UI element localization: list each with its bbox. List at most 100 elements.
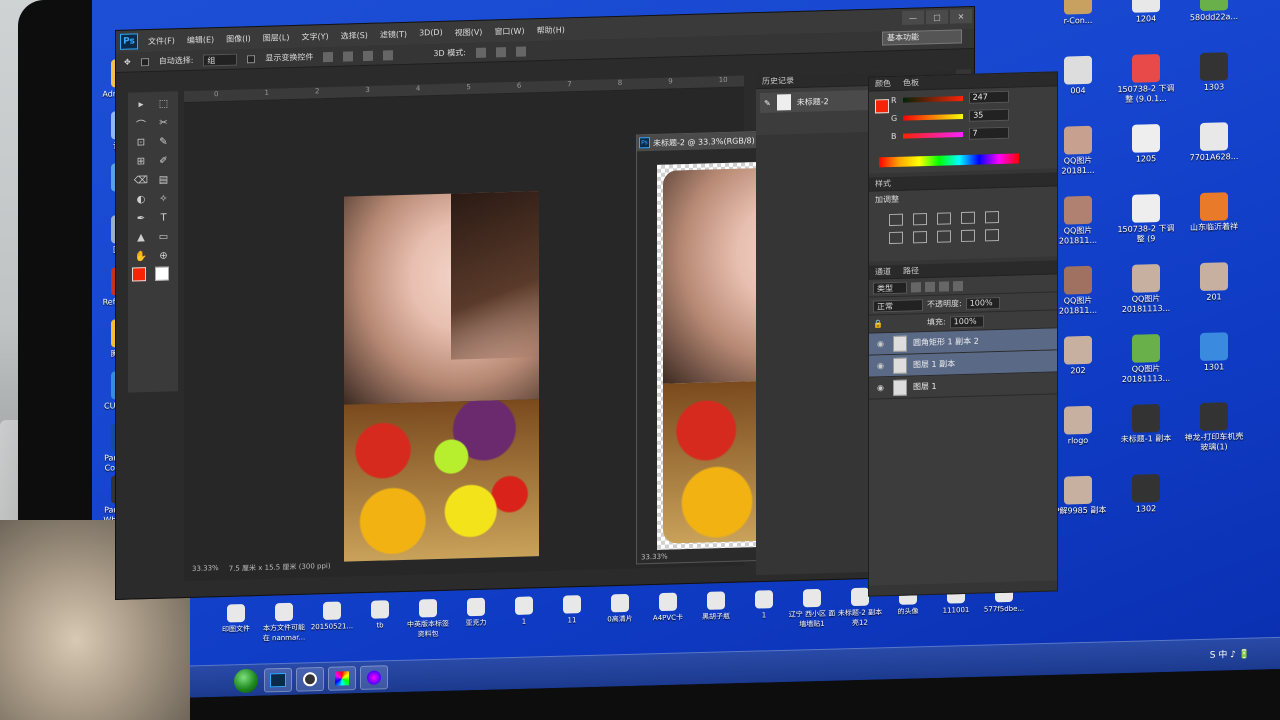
foreground-color-chip[interactable] bbox=[875, 99, 889, 114]
taskbar-rip-button[interactable] bbox=[296, 666, 324, 692]
visibility-eye-icon[interactable]: ◉ bbox=[877, 383, 887, 392]
tool-icon[interactable]: ⬚ bbox=[155, 95, 173, 112]
desktop-icon[interactable]: 1 bbox=[500, 596, 548, 627]
desktop-icon[interactable]: r-Con... bbox=[1047, 0, 1109, 27]
vibrance-icon[interactable] bbox=[985, 210, 999, 224]
color-spectrum[interactable] bbox=[879, 153, 1019, 168]
desktop-icon[interactable]: QQ图片 20181113... bbox=[1115, 334, 1177, 386]
channel-mixer-icon[interactable] bbox=[985, 228, 999, 242]
exposure-icon[interactable] bbox=[961, 211, 975, 225]
layer-row[interactable]: ◉ 图层 1 bbox=[869, 372, 1057, 400]
taskbar-photoshop-button[interactable] bbox=[264, 667, 292, 693]
tool-icon[interactable]: ✒ bbox=[132, 210, 150, 227]
tool-icon[interactable]: ✎ bbox=[155, 133, 173, 150]
menu-item[interactable]: 文件(F) bbox=[148, 35, 175, 47]
desktop-icon[interactable]: 201 bbox=[1183, 262, 1245, 304]
desktop-icon[interactable]: 11 bbox=[548, 595, 596, 626]
tool-icon[interactable]: ⊕ bbox=[155, 247, 173, 264]
menu-item[interactable]: 滤镜(T) bbox=[380, 28, 407, 40]
move-tool-icon[interactable]: ✥ bbox=[124, 58, 131, 67]
system-tray[interactable]: S 中 ♪ 🔋 bbox=[1210, 647, 1250, 661]
menu-item[interactable]: 3D(D) bbox=[419, 27, 443, 39]
tool-icon[interactable]: ◐ bbox=[132, 191, 150, 208]
zoom-level[interactable]: 33.33% bbox=[192, 564, 219, 575]
menu-item[interactable]: 文字(Y) bbox=[301, 31, 328, 43]
3d-roll-icon[interactable] bbox=[495, 46, 506, 57]
desktop-icon[interactable]: 中英版本标签资料包 bbox=[404, 598, 452, 640]
menu-item[interactable]: 选择(S) bbox=[341, 29, 368, 41]
filter-pixel-icon[interactable] bbox=[911, 281, 921, 292]
tool-icon[interactable]: ⊡ bbox=[132, 134, 150, 151]
tool-icon[interactable]: ▭ bbox=[155, 228, 173, 245]
tool-icon[interactable]: ⌒ bbox=[132, 115, 150, 132]
tool-icon[interactable]: ⊞ bbox=[132, 153, 150, 170]
menu-item[interactable]: 编辑(E) bbox=[187, 34, 214, 46]
menu-item[interactable]: 图像(I) bbox=[226, 33, 251, 45]
hue-icon[interactable] bbox=[889, 231, 903, 245]
tab-swatches[interactable]: 色板 bbox=[903, 77, 919, 88]
balance-icon[interactable] bbox=[913, 231, 927, 244]
tab-color[interactable]: 颜色 bbox=[875, 78, 891, 89]
blue-slider[interactable] bbox=[902, 131, 963, 139]
desktop-icon[interactable]: tb bbox=[356, 600, 404, 631]
3d-pan-icon[interactable] bbox=[515, 46, 526, 57]
tool-icon[interactable]: ✋ bbox=[132, 248, 150, 265]
tool-icon[interactable]: ▸ bbox=[132, 96, 150, 113]
maximize-button[interactable]: □ bbox=[926, 9, 948, 25]
desktop-icon[interactable]: 150738-2 下调整 (9 bbox=[1115, 194, 1177, 246]
desktop-icon[interactable]: 7701A628... bbox=[1183, 122, 1245, 164]
fill-input[interactable]: 100% bbox=[949, 314, 984, 328]
auto-select-checkbox[interactable] bbox=[140, 57, 149, 66]
menu-item[interactable]: 帮助(H) bbox=[537, 24, 565, 36]
background-swatch[interactable] bbox=[154, 266, 169, 281]
tool-icon[interactable]: ▤ bbox=[155, 171, 173, 188]
curves-icon[interactable] bbox=[937, 212, 951, 225]
filter-shape-icon[interactable] bbox=[953, 280, 963, 291]
desktop-icon[interactable]: 150738-2 下调整 (9.0.1... bbox=[1115, 54, 1177, 106]
tool-icon[interactable]: T bbox=[155, 209, 173, 226]
align-middle-icon[interactable] bbox=[343, 50, 354, 62]
close-button[interactable]: ✕ bbox=[950, 9, 972, 24]
align-top-icon[interactable] bbox=[323, 51, 334, 62]
opacity-input[interactable]: 100% bbox=[965, 296, 1000, 310]
taskbar-app2-button[interactable] bbox=[360, 665, 388, 690]
layer-kind-dropdown[interactable]: 类型 bbox=[873, 281, 907, 295]
tool-icon[interactable]: ✐ bbox=[155, 152, 173, 169]
desktop-icon[interactable]: A4PVC卡 bbox=[644, 592, 692, 623]
tab-channels[interactable]: 通道 bbox=[875, 266, 891, 277]
tool-icon[interactable]: ✂ bbox=[155, 114, 173, 131]
3d-rotate-icon[interactable] bbox=[475, 47, 486, 58]
desktop-icon[interactable]: 1 bbox=[740, 590, 788, 621]
distribute-icon[interactable] bbox=[383, 49, 394, 61]
document-2-zoom[interactable]: 33.33% bbox=[641, 553, 668, 562]
filter-type-icon[interactable] bbox=[939, 280, 949, 292]
workspace-switcher[interactable]: 基本功能 bbox=[882, 29, 962, 46]
desktop-icon[interactable]: 1204 bbox=[1115, 0, 1177, 25]
desktop-icon[interactable]: QQ图片 20181113... bbox=[1115, 264, 1177, 316]
blue-value[interactable]: 7 bbox=[968, 126, 1009, 140]
green-slider[interactable] bbox=[903, 113, 964, 121]
tool-icon[interactable]: ▲ bbox=[132, 229, 150, 246]
menu-item[interactable]: 视图(V) bbox=[455, 26, 483, 38]
red-slider[interactable] bbox=[902, 95, 963, 103]
desktop-icon[interactable]: 印图文件 bbox=[212, 603, 260, 635]
desktop-icon[interactable]: 20150521... bbox=[308, 601, 356, 632]
desktop-icon[interactable]: 0高清片 bbox=[596, 593, 644, 625]
align-bottom-icon[interactable] bbox=[363, 50, 374, 61]
photo-filter-icon[interactable] bbox=[961, 229, 975, 243]
menu-item[interactable]: 图层(L) bbox=[263, 32, 290, 44]
auto-select-dropdown[interactable]: 组 bbox=[203, 53, 238, 67]
desktop-icon[interactable]: 1303 bbox=[1183, 52, 1245, 94]
bw-icon[interactable] bbox=[937, 230, 951, 243]
visibility-eye-icon[interactable]: ◉ bbox=[877, 339, 887, 348]
visibility-eye-icon[interactable]: ◉ bbox=[877, 361, 887, 370]
desktop-icon[interactable]: 山东临沂着祥 bbox=[1183, 192, 1245, 234]
desktop-icon[interactable]: 辽宁 西小区 面墙墙贴1 bbox=[788, 588, 836, 630]
minimize-button[interactable]: — bbox=[902, 10, 924, 26]
desktop-icon[interactable]: 580dd22a... bbox=[1183, 0, 1245, 23]
show-transform-checkbox[interactable] bbox=[247, 54, 256, 63]
brightness-icon[interactable] bbox=[889, 213, 903, 227]
tool-icon[interactable]: ✧ bbox=[155, 190, 173, 207]
desktop-icon[interactable]: 黑胡子瓶 bbox=[692, 591, 740, 622]
foreground-swatch[interactable] bbox=[132, 267, 146, 282]
